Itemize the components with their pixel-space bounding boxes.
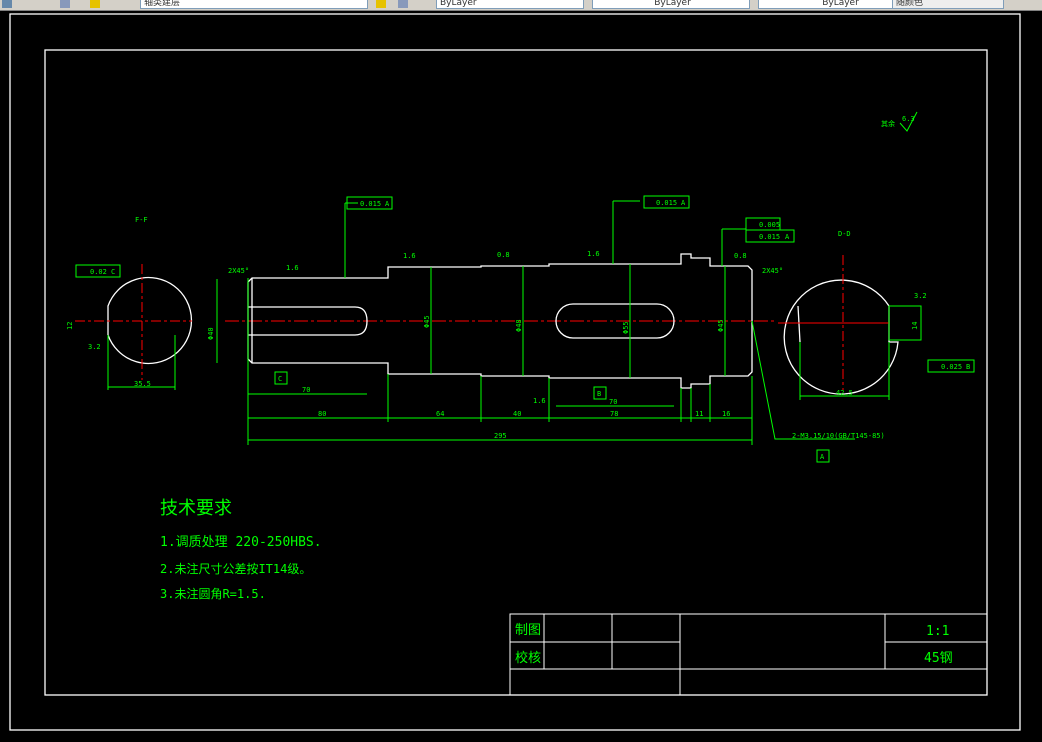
svg-text:295: 295 xyxy=(494,432,507,440)
linetype-dropdown[interactable]: ByLayer xyxy=(592,0,750,9)
svg-text:0.015: 0.015 xyxy=(759,233,780,241)
svg-text:1.6: 1.6 xyxy=(587,250,600,258)
svg-text:16: 16 xyxy=(722,410,730,418)
tolerance-frame: 0.015 A xyxy=(643,195,690,209)
svg-text:0.02: 0.02 xyxy=(90,268,107,276)
datum-label: C xyxy=(278,375,282,383)
svg-text:B: B xyxy=(966,363,970,371)
tech-requirement-item: 3.未注圆角R=1.5. xyxy=(160,586,266,601)
cad-drawing: 0.015 A 0.015 A 0.005 0.015 A 0.02 C 0.0… xyxy=(9,13,1021,731)
svg-text:0.005: 0.005 xyxy=(759,221,780,229)
svg-text:0.025: 0.025 xyxy=(941,363,962,371)
chamfer-label: 2X45° xyxy=(762,267,783,275)
scale-value: 1:1 xyxy=(926,624,949,639)
toolbar: 轴类建层 ByLayer ByLayer ByLayer 随颜色 xyxy=(0,0,1042,11)
section-dim: 14 xyxy=(911,322,919,330)
section-dim: 42.5 xyxy=(836,389,853,397)
svg-text:70: 70 xyxy=(302,386,310,394)
checked-by-label: 校核 xyxy=(515,650,541,666)
svg-text:3.2: 3.2 xyxy=(88,343,101,351)
svg-text:1.6: 1.6 xyxy=(286,264,299,272)
svg-text:3.2: 3.2 xyxy=(914,292,927,300)
svg-text:Φ45: Φ45 xyxy=(423,315,431,328)
datum-label: A xyxy=(820,453,825,461)
light-bulb-icon[interactable] xyxy=(90,0,100,8)
svg-text:0.8: 0.8 xyxy=(497,251,510,259)
svg-text:A: A xyxy=(785,233,790,241)
svg-text:A: A xyxy=(385,200,390,208)
svg-text:64: 64 xyxy=(436,410,444,418)
svg-text:Φ55: Φ55 xyxy=(622,321,630,334)
layer-icon[interactable] xyxy=(2,0,12,8)
tech-requirement-item: 1.调质处理 220-250HBS. xyxy=(160,535,322,550)
svg-text:Φ48: Φ48 xyxy=(515,319,523,332)
drawing-canvas[interactable]: 0.015 A 0.015 A 0.005 0.015 A 0.02 C 0.0… xyxy=(0,11,1042,738)
roughness-default-label: 其余 xyxy=(881,119,895,128)
tolerance-frame: 0.005 0.015 A xyxy=(745,217,795,243)
tolerance-frame: 0.025 B xyxy=(927,359,975,373)
svg-text:80: 80 xyxy=(318,410,326,418)
svg-text:0.015: 0.015 xyxy=(360,200,381,208)
layer-previous-icon[interactable] xyxy=(398,0,408,8)
drawn-by-label: 制图 xyxy=(515,623,541,638)
title-block xyxy=(509,613,988,696)
svg-text:78: 78 xyxy=(610,410,618,418)
layer-dropdown[interactable]: 轴类建层 xyxy=(140,0,368,9)
svg-text:Φ40: Φ40 xyxy=(207,327,215,340)
section-right xyxy=(783,279,899,395)
make-current-icon[interactable] xyxy=(376,0,386,8)
color-dropdown[interactable]: ByLayer xyxy=(436,0,584,9)
tech-requirement-item: 2.未注尺寸公差按IT14级。 xyxy=(160,561,311,576)
section-label-left: F-F xyxy=(135,216,148,224)
section-dim: 12 xyxy=(66,322,74,330)
plot-style-dropdown[interactable]: 随颜色 xyxy=(892,0,1004,9)
chamfer-label: 2X45° xyxy=(228,267,249,275)
svg-text:70: 70 xyxy=(609,398,617,406)
diameter-dimensions: Φ40 Φ45 Φ48 Φ55 Φ45 xyxy=(207,315,725,340)
svg-text:C: C xyxy=(111,268,115,276)
section-label-right: D-D xyxy=(838,230,851,238)
svg-text:1.6: 1.6 xyxy=(403,252,416,260)
svg-text:40: 40 xyxy=(513,410,521,418)
tech-requirements-title: 技术要求 xyxy=(160,498,232,519)
svg-text:A: A xyxy=(681,199,686,207)
svg-text:Φ45: Φ45 xyxy=(717,319,725,332)
layers-manager-icon[interactable] xyxy=(60,0,70,8)
section-dim: 35.5 xyxy=(134,380,151,388)
svg-text:0.8: 0.8 xyxy=(734,252,747,260)
svg-text:1.6: 1.6 xyxy=(533,397,546,405)
datum-label: B xyxy=(597,390,601,398)
tolerance-frame: 0.02 C xyxy=(75,264,121,278)
thread-note: 2-M3.15/10(GB/T145-85) xyxy=(792,432,885,440)
svg-text:11: 11 xyxy=(695,410,703,418)
svg-text:0.015: 0.015 xyxy=(656,199,677,207)
material-value: 45钢 xyxy=(924,651,953,666)
